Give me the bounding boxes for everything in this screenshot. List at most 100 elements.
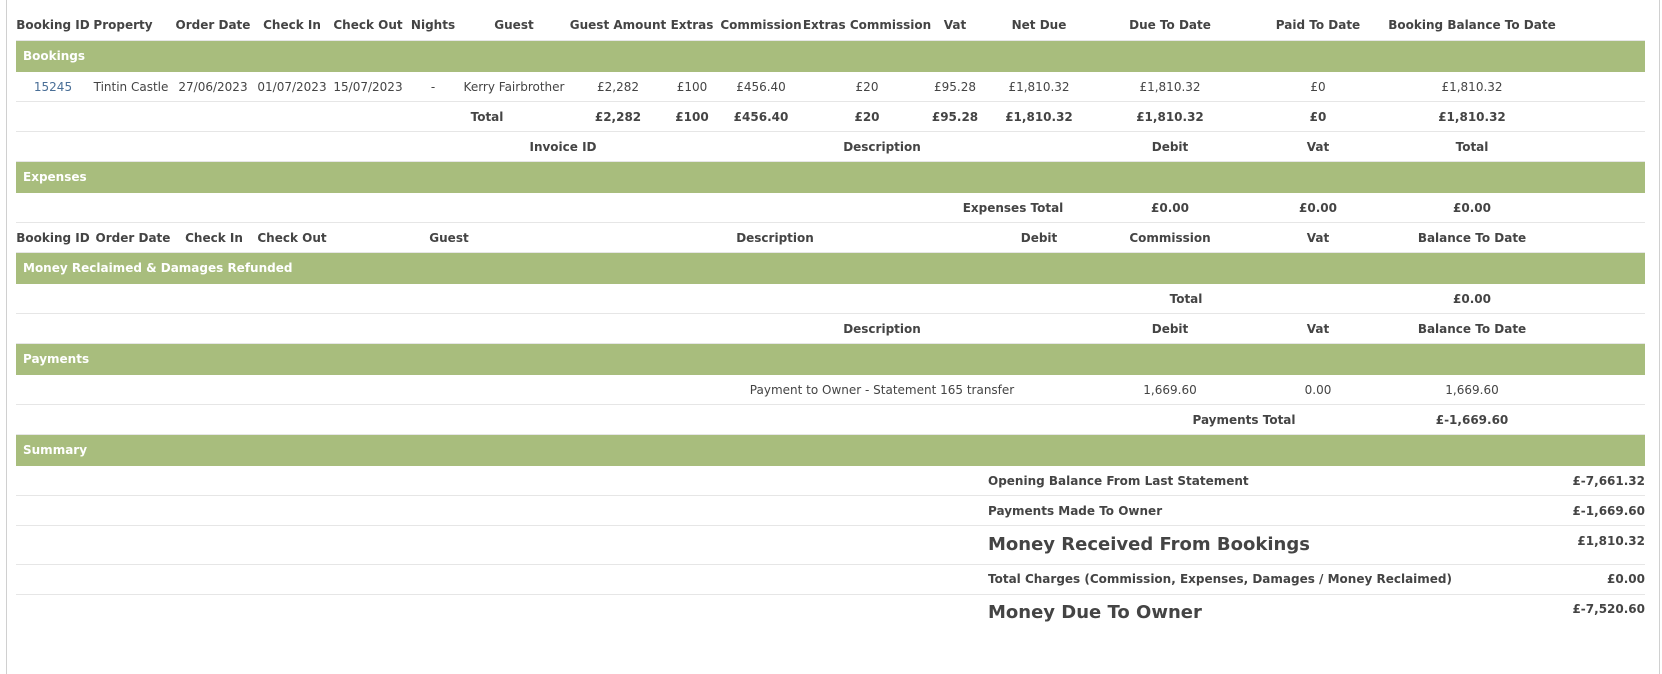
cell-guest-amount: £2,282 <box>597 80 639 94</box>
expenses-total-debit: £0.00 <box>1151 201 1189 215</box>
cell-booking-balance: £1,810.32 <box>1441 80 1503 94</box>
expenses-total-label: Expenses Total <box>962 201 1064 215</box>
total-commission: £456.40 <box>733 110 789 124</box>
col-paid-to-date: Paid To Date <box>1275 18 1361 32</box>
total-guest-amount: £2,282 <box>594 110 642 124</box>
cell-due-to-date: £1,810.32 <box>1139 80 1201 94</box>
bookings-band: Bookings <box>16 41 1645 72</box>
col-extras: Extras <box>670 18 714 32</box>
cell-check-out: 15/07/2023 <box>333 80 403 94</box>
summary-title: Summary <box>23 443 88 457</box>
summary-payments-value: £-1,669.60 <box>1572 504 1645 518</box>
payment-debit: 1,669.60 <box>1143 383 1197 397</box>
rec-col-balance: Balance To Date <box>1417 231 1527 245</box>
bookings-title: Bookings <box>23 49 86 63</box>
reclaim-total-row: Total £0.00 <box>16 284 1645 314</box>
booking-id-link[interactable]: 15245 <box>34 80 72 94</box>
expenses-band: Expenses <box>16 162 1645 193</box>
table-row: Payment to Owner - Statement 165 transfe… <box>16 375 1645 405</box>
bookings-header-row: Booking ID Property Order Date Check In … <box>16 10 1645 41</box>
rec-col-booking-id: Booking ID <box>16 231 90 245</box>
col-net-due: Net Due <box>1011 18 1067 32</box>
expenses-total-total: £0.00 <box>1453 201 1491 215</box>
cell-commission: £456.40 <box>736 80 786 94</box>
total-paid-to-date: £0 <box>1309 110 1327 124</box>
payments-header-row: Description Debit Vat Balance To Date <box>16 314 1645 344</box>
summary-charges-row: Total Charges (Commission, Expenses, Dam… <box>16 565 1645 595</box>
exp-col-vat: Vat <box>1306 140 1330 154</box>
expenses-total-vat: £0.00 <box>1299 201 1337 215</box>
total-extras-commission: £20 <box>854 110 880 124</box>
rec-col-check-out: Check Out <box>257 231 327 245</box>
payments-total-row: Payments Total £-1,669.60 <box>16 405 1645 435</box>
reclaim-title: Money Reclaimed & Damages Refunded <box>23 261 293 275</box>
summary-opening-value: £-7,661.32 <box>1572 474 1645 488</box>
reclaim-band: Money Reclaimed & Damages Refunded <box>16 253 1645 284</box>
reclaim-header-row: Booking ID Order Date Check In Check Out… <box>16 223 1645 253</box>
expenses-title: Expenses <box>23 170 87 184</box>
expenses-total-row: Expenses Total £0.00 £0.00 £0.00 <box>16 193 1645 223</box>
summary-payments-label: Payments Made To Owner <box>988 504 1163 518</box>
col-vat: Vat <box>943 18 967 32</box>
rec-col-guest: Guest <box>429 231 469 245</box>
cell-guest: Kerry Fairbrother <box>463 80 565 94</box>
rec-col-check-in: Check In <box>185 231 243 245</box>
exp-col-total: Total <box>1455 140 1489 154</box>
total-due-to-date: £1,810.32 <box>1136 110 1204 124</box>
total-vat: £95.28 <box>931 110 979 124</box>
cell-paid-to-date: £0 <box>1310 80 1326 94</box>
exp-col-debit: Debit <box>1151 140 1189 154</box>
total-booking-balance: £1,810.32 <box>1438 110 1506 124</box>
payments-band: Payments <box>16 344 1645 375</box>
summary-due-label: Money Due To Owner <box>988 602 1202 623</box>
cell-order-date: 27/06/2023 <box>178 80 248 94</box>
summary-received-row: Money Received From Bookings £1,810.32 <box>16 526 1645 565</box>
payment-description: Payment to Owner - Statement 165 transfe… <box>749 383 1015 397</box>
rec-col-order-date: Order Date <box>95 231 171 245</box>
pay-col-vat: Vat <box>1306 322 1330 336</box>
col-nights: Nights <box>410 18 456 32</box>
cell-extras: £100 <box>676 80 708 94</box>
rec-col-commission: Commission <box>1129 231 1211 245</box>
payments-total-value: £-1,669.60 <box>1435 413 1509 427</box>
payments-title: Payments <box>23 352 90 366</box>
col-guest-amount: Guest Amount <box>569 18 667 32</box>
cell-property: Tintin Castle <box>93 80 169 94</box>
expenses-header-row: Invoice ID Description Debit Vat Total <box>16 132 1645 162</box>
rec-col-debit: Debit <box>1020 231 1058 245</box>
col-guest: Guest <box>494 18 534 32</box>
cell-nights: - <box>430 80 436 94</box>
pay-col-debit: Debit <box>1151 322 1189 336</box>
exp-col-invoice-id: Invoice ID <box>529 140 597 154</box>
summary-opening-row: Opening Balance From Last Statement £-7,… <box>16 466 1645 496</box>
col-extras-commission: Extras Commission <box>802 18 932 32</box>
summary-band: Summary <box>16 435 1645 466</box>
summary-opening-label: Opening Balance From Last Statement <box>988 474 1249 488</box>
pay-col-description: Description <box>843 322 921 336</box>
summary-due-row: Money Due To Owner £-7,520.60 <box>16 595 1645 635</box>
col-order-date: Order Date <box>175 18 251 32</box>
payments-total-label: Payments Total <box>1192 413 1296 427</box>
bookings-total-label: Total <box>470 110 504 124</box>
summary-payments-row: Payments Made To Owner £-1,669.60 <box>16 496 1645 526</box>
summary-received-label: Money Received From Bookings <box>988 534 1310 555</box>
col-booking-balance: Booking Balance To Date <box>1388 18 1556 32</box>
col-check-out: Check Out <box>333 18 403 32</box>
cell-extras-commission: £20 <box>855 80 879 94</box>
payment-vat: 0.00 <box>1304 383 1332 397</box>
total-net-due: £1,810.32 <box>1005 110 1073 124</box>
exp-col-description: Description <box>843 140 921 154</box>
col-check-in: Check In <box>263 18 321 32</box>
col-commission: Commission <box>720 18 802 32</box>
summary-charges-value: £0.00 <box>1607 572 1645 586</box>
summary-due-value: £-7,520.60 <box>1572 602 1645 616</box>
bookings-total-row: Total £2,282 £100 £456.40 £20 £95.28 £1,… <box>16 102 1645 132</box>
reclaim-total-value: £0.00 <box>1453 292 1491 306</box>
payment-balance: 1,669.60 <box>1445 383 1499 397</box>
table-row: 15245 Tintin Castle 27/06/2023 01/07/202… <box>16 72 1645 102</box>
reclaim-total-label: Total <box>1169 292 1203 306</box>
cell-check-in: 01/07/2023 <box>257 80 327 94</box>
rec-col-description: Description <box>736 231 814 245</box>
pay-col-balance: Balance To Date <box>1417 322 1527 336</box>
col-due-to-date: Due To Date <box>1129 18 1211 32</box>
